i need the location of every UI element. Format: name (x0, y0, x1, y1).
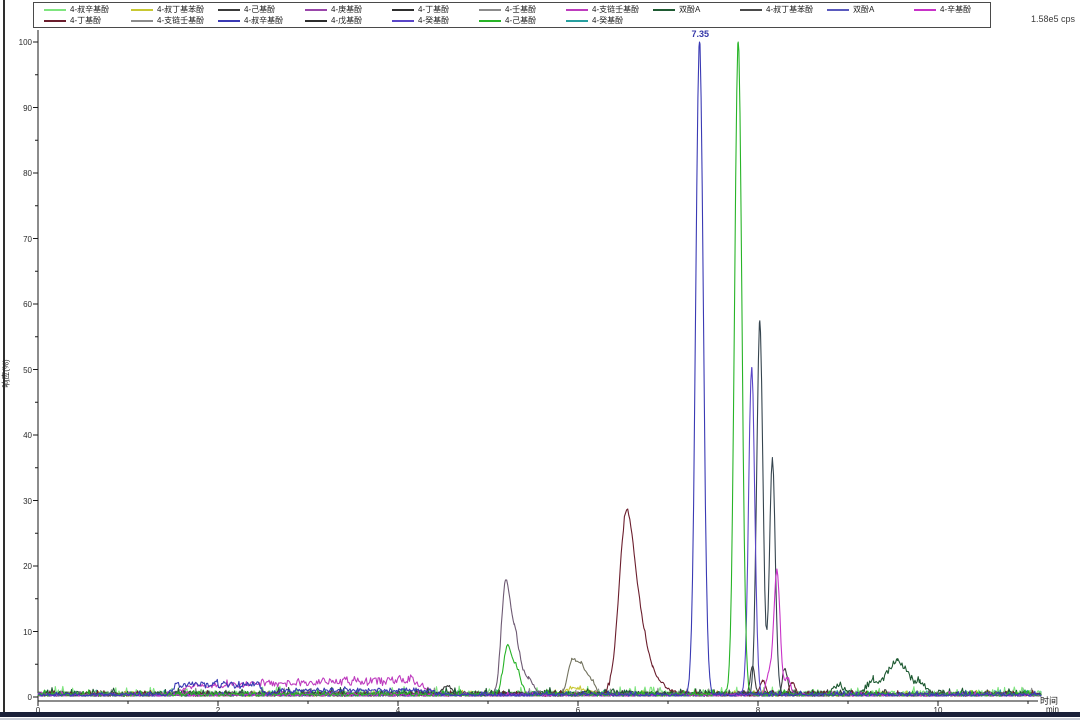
peak-retention-time-label: 7.35 (692, 29, 710, 39)
y-axis-ticks (33, 42, 38, 697)
y-tick-label: 0 (0, 693, 32, 702)
y-tick-label: 70 (0, 235, 32, 244)
y-tick-label: 100 (0, 38, 32, 47)
chromatogram-trace (38, 42, 1041, 696)
y-tick-label: 40 (0, 431, 32, 440)
y-tick-label: 80 (0, 169, 32, 178)
axis-lines (38, 30, 1038, 701)
chromatogram-trace (38, 321, 1041, 696)
chromatogram-trace (38, 368, 1041, 697)
y-tick-label: 90 (0, 104, 32, 113)
y-tick-label: 60 (0, 300, 32, 309)
chromatogram-trace (38, 569, 1041, 696)
chromatogram-window: 4-叔辛基酚4-叔丁基苯酚4-己基酚4-庚基酚4-丁基酚4-壬基酚4-支链壬基酚… (0, 0, 1080, 720)
y-tick-label: 30 (0, 497, 32, 506)
plot-canvas[interactable] (0, 0, 1080, 720)
chromatogram-trace (38, 580, 1041, 696)
y-tick-label: 20 (0, 562, 32, 571)
y-tick-label: 10 (0, 628, 32, 637)
window-bottom-bar (0, 712, 1080, 717)
y-tick-label: 50 (0, 366, 32, 375)
x-axis-ticks (38, 701, 1028, 706)
chromatogram-trace (38, 42, 1041, 696)
